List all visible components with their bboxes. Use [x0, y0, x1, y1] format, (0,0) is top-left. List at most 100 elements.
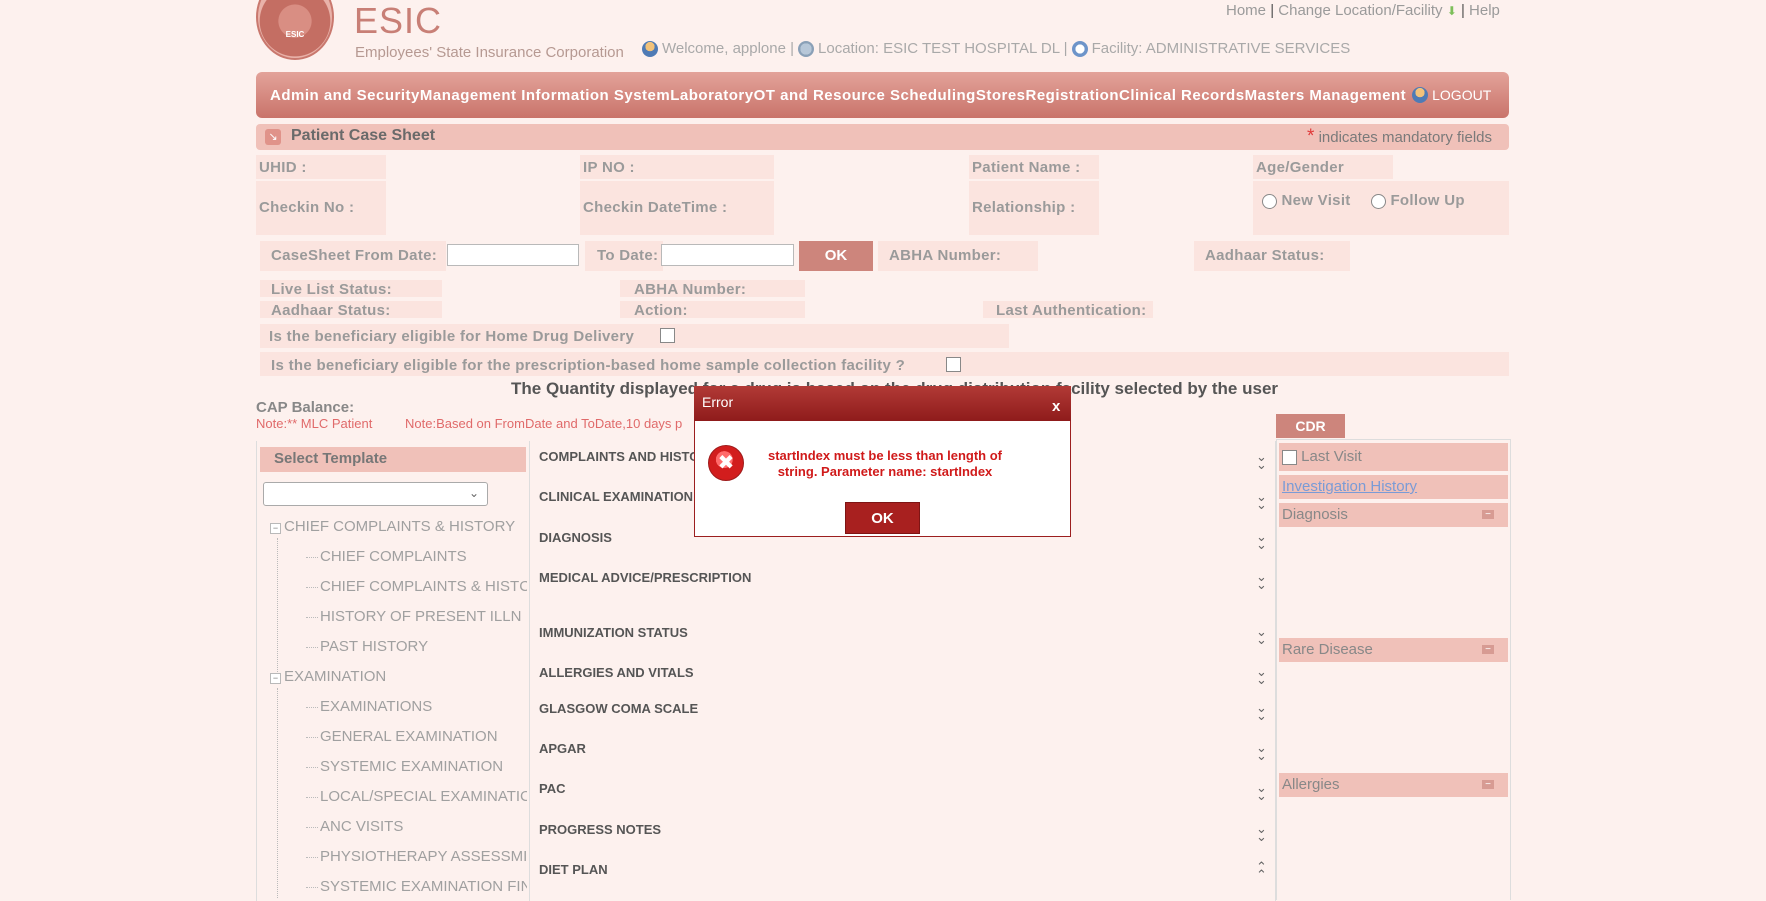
collapse-chevron-icon[interactable]: ⌃ ⌃ — [1256, 860, 1267, 881]
logout-button[interactable]: LOGOUT — [1412, 87, 1491, 103]
relationship-label: Relationship : — [972, 199, 1076, 216]
tree-branch — [306, 647, 318, 648]
new-visit-radio-circle[interactable] — [1262, 193, 1277, 209]
home-drug-checkbox[interactable] — [660, 328, 675, 343]
menu-masters-management[interactable]: Masters Management — [1245, 87, 1407, 104]
aadhaar-status-label: Aadhaar Status: — [1205, 247, 1325, 264]
tree-collapse-icon[interactable]: − — [270, 673, 281, 684]
tree-item-history-present-illness[interactable]: HISTORY OF PRESENT ILLN — [320, 608, 527, 625]
menu-admin-security[interactable]: Admin and Security — [270, 87, 420, 104]
expand-chevron-icon[interactable]: ⌄ ⌄ — [1256, 570, 1267, 591]
tree-branch — [306, 827, 318, 828]
change-location-link[interactable]: Change Location/Facility — [1278, 2, 1442, 19]
tree-branch — [306, 557, 318, 558]
home-drug-label: Is the beneficiary eligible for Home Dru… — [269, 328, 635, 345]
tree-item-past-history[interactable]: PAST HISTORY — [320, 638, 428, 655]
follow-up-radio-circle[interactable] — [1371, 193, 1386, 209]
abha-number-label: ABHA Number: — [889, 247, 1002, 264]
section-progress-notes[interactable]: PROGRESS NOTES — [539, 822, 661, 837]
minus-icon[interactable]: − — [1482, 780, 1494, 790]
error-ok-button[interactable]: OK — [845, 502, 920, 534]
expand-chevron-icon[interactable]: ⌄ ⌄ — [1256, 530, 1267, 551]
help-link[interactable]: Help — [1469, 2, 1500, 19]
menu-laboratory[interactable]: Laboratory — [670, 87, 753, 104]
tree-line — [277, 538, 278, 684]
tree-item-physiotherapy-assessment[interactable]: PHYSIOTHERAPY ASSESSMI — [320, 848, 527, 865]
rare-disease-label: Rare Disease — [1282, 641, 1373, 658]
investigation-history-bar: Investigation History — [1279, 475, 1508, 499]
section-apgar[interactable]: APGAR — [539, 741, 586, 756]
collapse-arrow-icon[interactable]: ↘ — [265, 129, 281, 145]
investigation-history-link[interactable]: Investigation History — [1282, 478, 1417, 495]
error-dialog-titlebar[interactable] — [694, 386, 1071, 421]
menu-registration[interactable]: Registration — [1026, 87, 1120, 104]
last-visit-checkbox[interactable] — [1282, 449, 1297, 465]
mlc-note: Note:** MLC Patient — [256, 416, 373, 431]
tree-item-examinations[interactable]: EXAMINATIONS — [320, 698, 432, 715]
tree-collapse-icon[interactable]: − — [270, 523, 281, 534]
menu-stores[interactable]: Stores — [976, 87, 1026, 104]
home-sample-checkbox[interactable] — [946, 357, 961, 372]
tree-item-systemic-examination-findings[interactable]: SYSTEMIC EXAMINATION FIN — [320, 878, 527, 895]
expand-chevron-icon[interactable]: ⌄ ⌄ — [1256, 490, 1267, 511]
tree-branch — [306, 617, 318, 618]
tree-item-anc-visits[interactable]: ANC VISITS — [320, 818, 403, 835]
section-medical-advice[interactable]: MEDICAL ADVICE/PRESCRIPTION — [539, 570, 751, 585]
expand-chevron-icon[interactable]: ⌄ ⌄ — [1256, 701, 1267, 722]
facility-text: Facility: ADMINISTRATIVE SERVICES — [1091, 40, 1351, 57]
section-allergies-vitals[interactable]: ALLERGIES AND VITALS — [539, 665, 694, 680]
section-diagnosis[interactable]: DIAGNOSIS — [539, 530, 612, 545]
last-visit-label: Last Visit — [1301, 448, 1362, 465]
tree-item-examination[interactable]: EXAMINATION — [284, 668, 386, 685]
expand-chevron-icon[interactable]: ⌄ ⌄ — [1256, 741, 1267, 762]
menu-ot-scheduling[interactable]: OT and Resource Scheduling — [754, 87, 976, 104]
minus-icon[interactable]: − — [1482, 645, 1494, 655]
tree-branch — [306, 797, 318, 798]
section-clinical-examination[interactable]: CLINICAL EXAMINATION — [539, 489, 693, 504]
minus-icon[interactable]: − — [1482, 510, 1494, 520]
expand-chevron-icon[interactable]: ⌄ ⌄ — [1256, 781, 1267, 802]
tree-item-chief-complaints-hist[interactable]: CHIEF COMPLAINTS & HISTC — [320, 578, 527, 595]
tree-item-local-special-examination[interactable]: LOCAL/SPECIAL EXAMINATIC — [320, 788, 527, 805]
tree-branch — [306, 857, 318, 858]
menu-clinical-records[interactable]: Clinical Records — [1119, 87, 1245, 104]
follow-up-radio[interactable]: Follow Up — [1371, 192, 1471, 210]
brand-title: ESIC — [354, 0, 443, 41]
menu-mis[interactable]: Management Information System — [420, 87, 670, 104]
new-visit-radio[interactable]: New Visit — [1262, 192, 1362, 210]
expand-chevron-icon[interactable]: ⌄ ⌄ — [1256, 822, 1267, 843]
allergies-bar: Allergies − — [1279, 773, 1508, 797]
tree-branch — [306, 767, 318, 768]
last-auth-label: Last Authentication: — [996, 302, 1147, 319]
close-icon[interactable]: x — [1052, 398, 1060, 415]
section-diet-plan[interactable]: DIET PLAN — [539, 862, 608, 877]
section-immunization-status[interactable]: IMMUNIZATION STATUS — [539, 625, 688, 640]
filter-ok-button[interactable]: OK — [799, 241, 873, 271]
user-info-bar: Welcome, applone | Location: ESIC TEST H… — [642, 40, 1350, 57]
home-link[interactable]: Home — [1226, 2, 1266, 19]
tree-item-chief-complaints[interactable]: CHIEF COMPLAINTS — [320, 548, 467, 565]
date-range-note: Note:Based on FromDate and ToDate,10 day… — [405, 416, 683, 431]
age-gender-label: Age/Gender — [1256, 159, 1345, 176]
section-glasgow-coma-scale[interactable]: GLASGOW COMA SCALE — [539, 701, 698, 716]
expand-chevron-icon[interactable]: ⌄ ⌄ — [1256, 665, 1267, 686]
diagnosis-bar: Diagnosis − — [1279, 503, 1508, 527]
section-complaints-history[interactable]: COMPLAINTS AND HISTO — [539, 449, 699, 464]
expand-chevron-icon[interactable]: ⌄ ⌄ — [1256, 625, 1267, 646]
template-select[interactable]: ⌄ — [263, 482, 488, 506]
tree-item-general-examination[interactable]: GENERAL EXAMINATION — [320, 728, 498, 745]
tree-branch — [306, 587, 318, 588]
from-date-input[interactable] — [447, 244, 579, 266]
to-date-input[interactable] — [661, 244, 794, 266]
ipno-label: IP NO : — [583, 159, 635, 176]
from-date-label: CaseSheet From Date: — [271, 247, 438, 264]
section-pac[interactable]: PAC — [539, 781, 565, 796]
tree-item-systemic-examination[interactable]: SYSTEMIC EXAMINATION — [320, 758, 503, 775]
tree-item-chief-complaints-history[interactable]: CHIEF COMPLAINTS & HISTORY — [284, 518, 515, 535]
status-abha-label: ABHA Number: — [634, 281, 747, 298]
tab-cdr[interactable]: CDR — [1276, 414, 1345, 438]
clock-icon — [1071, 40, 1088, 57]
last-visit-bar: Last Visit — [1279, 443, 1508, 471]
error-message: startIndex must be less than length of s… — [767, 448, 1003, 479]
expand-chevron-icon[interactable]: ⌄ ⌄ — [1256, 450, 1267, 471]
